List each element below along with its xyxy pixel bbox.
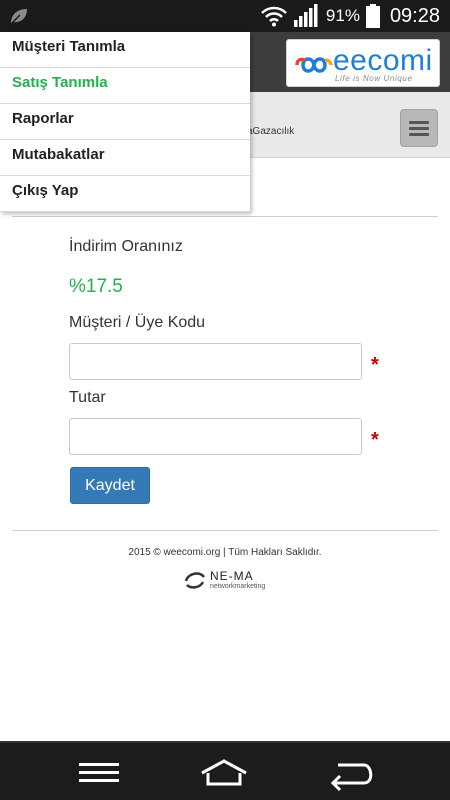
infinity-logo-icon bbox=[295, 57, 333, 73]
logo-tagline: Life is Now Unique bbox=[335, 74, 413, 83]
footer-copyright: 2015 © weecomi.org | Tüm Hakları Saklıdı… bbox=[128, 547, 322, 558]
discount-value: %17.5 bbox=[69, 276, 123, 297]
back-icon bbox=[330, 763, 373, 792]
amount-input[interactable] bbox=[69, 418, 362, 455]
amount-label: Tutar bbox=[69, 389, 106, 406]
hamburger-menu-button[interactable] bbox=[400, 109, 438, 147]
member-code-input[interactable] bbox=[69, 343, 362, 380]
battery-percent: 91% bbox=[325, 6, 360, 25]
hamburger-icon-bar bbox=[409, 127, 429, 130]
home-icon bbox=[201, 759, 247, 786]
discount-label: İndirim Oranınız bbox=[69, 238, 183, 255]
menu-item-cikis-yap[interactable]: Çıkış Yap bbox=[0, 176, 250, 212]
menu-item-satis-tanimla[interactable]: Satış Tanımla bbox=[0, 68, 250, 104]
logo-text: eecomi bbox=[333, 44, 433, 77]
battery-icon bbox=[365, 4, 380, 28]
member-code-label: Müşteri / Üye Kodu bbox=[69, 314, 206, 331]
back-nav-button[interactable] bbox=[322, 753, 382, 793]
required-mark: * bbox=[371, 354, 379, 376]
menu-item-raporlar[interactable]: Raporlar bbox=[0, 104, 250, 140]
hamburger-icon-bar bbox=[409, 133, 429, 136]
save-button[interactable]: Kaydet bbox=[70, 467, 150, 504]
signal-icon bbox=[293, 4, 318, 27]
hamburger-icon bbox=[409, 121, 429, 124]
home-nav-button[interactable] bbox=[194, 753, 254, 793]
nema-swirl-icon bbox=[184, 572, 206, 589]
status-indicators: 91% 09:28 bbox=[260, 0, 440, 32]
sub-header-title: aGazacılık bbox=[247, 126, 295, 137]
system-nav-bar bbox=[0, 741, 450, 800]
app-screen: 91% 09:28 eecomi Life is Now Unique aGaz… bbox=[0, 0, 450, 800]
brand-logo[interactable]: eecomi Life is Now Unique bbox=[286, 39, 440, 87]
menu-item-mutabakatlar[interactable]: Mutabakatlar bbox=[0, 140, 250, 176]
leaf-icon bbox=[10, 9, 27, 25]
required-mark: * bbox=[371, 429, 379, 451]
divider bbox=[12, 216, 438, 217]
partner-logo-text: NE-MA bbox=[210, 569, 254, 583]
partner-logo[interactable]: NE-MA networkmarketing bbox=[184, 569, 274, 593]
menu-item-musteri-tanimla[interactable]: Müşteri Tanımla bbox=[0, 32, 250, 68]
wifi-icon bbox=[261, 6, 287, 27]
partner-logo-sub: networkmarketing bbox=[210, 583, 266, 590]
nav-dropdown-menu: Müşteri Tanımla Satış Tanımla Raporlar M… bbox=[0, 32, 250, 212]
divider bbox=[12, 530, 438, 531]
status-bar: 91% 09:28 bbox=[0, 0, 450, 32]
menu-nav-button[interactable] bbox=[69, 753, 129, 793]
clock: 09:28 bbox=[389, 4, 440, 27]
menu-icon bbox=[79, 763, 119, 782]
